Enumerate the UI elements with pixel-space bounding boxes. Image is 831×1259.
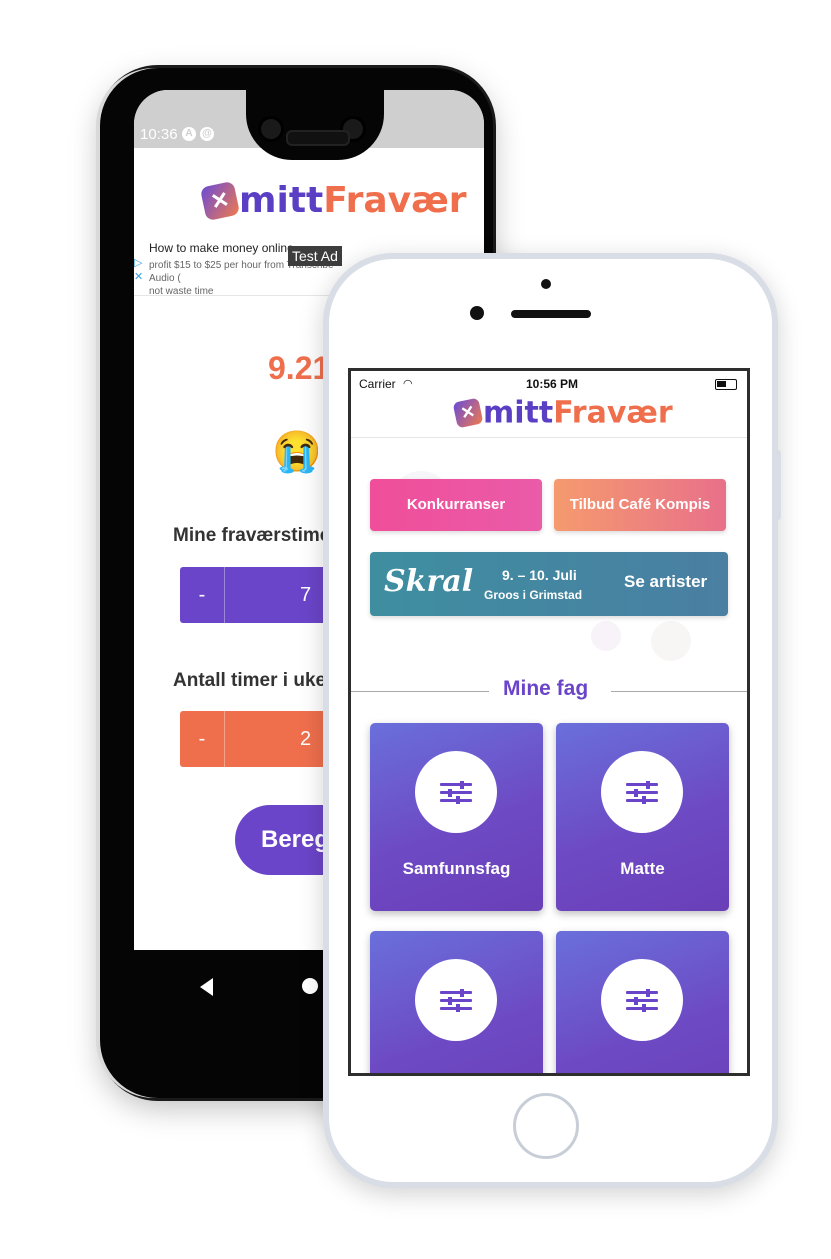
festival-logo: Skral bbox=[384, 564, 474, 599]
festival-location: Groos i Grimstad bbox=[484, 588, 583, 602]
wifi-icon: ◠ bbox=[403, 378, 413, 390]
logo-mitt-text: mitt bbox=[239, 180, 324, 221]
sliders-icon bbox=[440, 989, 472, 1012]
app-logo: ✕ mittFravær bbox=[452, 395, 673, 431]
subject-card-3[interactable] bbox=[370, 931, 543, 1073]
android-notch bbox=[246, 68, 384, 160]
android-sync-icon: @ bbox=[200, 127, 214, 141]
iphone-earpiece bbox=[511, 310, 591, 318]
sliders-icon bbox=[440, 781, 472, 804]
cafe-offer-button[interactable]: Tilbud Café Kompis bbox=[554, 479, 726, 531]
subject-card-4[interactable] bbox=[556, 931, 729, 1073]
android-status-time: 10:36 bbox=[140, 126, 178, 143]
sliders-icon bbox=[626, 989, 658, 1012]
ad-subtitle-line2: not waste time bbox=[149, 286, 214, 297]
android-speaker bbox=[286, 130, 350, 146]
home-icon[interactable] bbox=[302, 978, 318, 994]
back-icon[interactable] bbox=[200, 978, 213, 996]
subject-label: Samfunnsfag bbox=[402, 859, 511, 878]
card-icon-circle bbox=[601, 751, 683, 833]
iphone-home-button[interactable] bbox=[513, 1093, 579, 1159]
absence-percentage: 9.21 bbox=[268, 350, 331, 386]
logo-mitt-text: mitt bbox=[483, 395, 554, 431]
logo-fravaer-text: Fravær bbox=[323, 180, 467, 221]
iphone-side-button bbox=[775, 450, 781, 520]
iphone-proximity-sensor bbox=[541, 279, 551, 289]
subject-card-matte[interactable]: Matte bbox=[556, 723, 729, 911]
section-divider-left bbox=[351, 691, 489, 692]
iphone-screen: Carrier ◠ 10:56 PM ✕ mittFravær Konkurran… bbox=[348, 368, 750, 1076]
festival-banner[interactable]: Skral 9. – 10. Juli Groos i Grimstad Se … bbox=[370, 552, 728, 616]
ad-title: How to make money online bbox=[149, 241, 294, 255]
decrement-button[interactable]: - bbox=[180, 711, 225, 767]
android-notification-icon: A bbox=[182, 127, 196, 141]
logo-x-icon: ✕ bbox=[199, 180, 241, 221]
subject-label: Matte bbox=[620, 859, 665, 878]
ios-status-bar: Carrier ◠ 10:56 PM bbox=[351, 371, 747, 393]
card-icon-circle bbox=[415, 751, 497, 833]
section-title-my-subjects: Mine fag bbox=[503, 677, 589, 700]
android-signal-battery-icon: ▼◢▮ bbox=[440, 150, 468, 164]
logo-fravaer-text: Fravær bbox=[553, 395, 673, 431]
card-icon-circle bbox=[415, 959, 497, 1041]
iphone-front-camera bbox=[470, 306, 484, 320]
status-time: 10:56 PM bbox=[526, 377, 579, 391]
carrier-label: Carrier bbox=[359, 377, 396, 391]
background-dot bbox=[591, 621, 621, 651]
competitions-button[interactable]: Konkurranser bbox=[370, 479, 542, 531]
decrement-button[interactable]: - bbox=[180, 567, 225, 623]
background-dot bbox=[651, 621, 691, 661]
ad-choices-icon[interactable]: ▷ ✕ bbox=[134, 256, 143, 284]
battery-icon bbox=[715, 379, 737, 390]
android-camera-left bbox=[258, 116, 284, 142]
label-absence-hours: Mine fraværstimer bbox=[173, 525, 338, 546]
stepper-value: 2 bbox=[300, 728, 312, 750]
card-icon-circle bbox=[601, 959, 683, 1041]
app-header: ✕ mittFravær bbox=[351, 393, 747, 438]
ad-test-badge: Test Ad bbox=[288, 246, 342, 266]
stepper-value: 7 bbox=[300, 584, 312, 606]
label-hours-per-week: Antall timer i uken i bbox=[173, 670, 349, 691]
subject-card-samfunnsfag[interactable]: Samfunnsfag bbox=[370, 723, 543, 911]
see-artists-link[interactable]: Se artister bbox=[624, 572, 707, 592]
sliders-icon bbox=[626, 781, 658, 804]
section-divider-right bbox=[611, 691, 747, 692]
festival-date: 9. – 10. Juli bbox=[502, 567, 577, 583]
logo-x-icon: ✕ bbox=[452, 397, 484, 429]
android-app-logo: ✕ mittFravær bbox=[199, 180, 467, 240]
